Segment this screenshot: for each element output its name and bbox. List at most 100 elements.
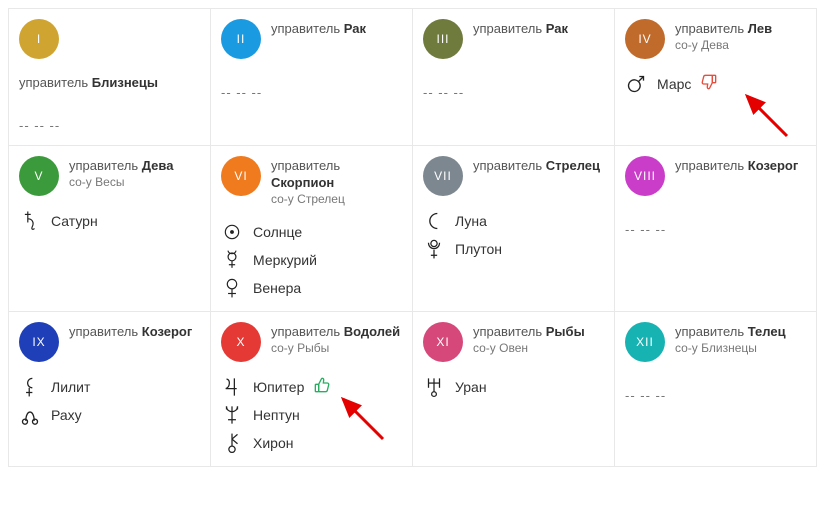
house-number-badge: II — [221, 19, 261, 59]
planet-list: Сатурн — [19, 210, 200, 232]
house-ruler-meta: управитель Козерог — [675, 156, 798, 175]
planet-name: Солнце — [253, 224, 302, 240]
ruler-sign: Козерог — [748, 158, 799, 173]
ruler-label: управитель — [19, 75, 88, 90]
planet-list: Марс — [625, 73, 806, 95]
house-number-badge: III — [423, 19, 463, 59]
planet-row: Уран — [423, 376, 604, 398]
thumbs-down-icon — [701, 74, 717, 95]
house-number-badge: V — [19, 156, 59, 196]
ruler-sign: Рак — [344, 21, 366, 36]
ruler-label: управитель — [473, 158, 542, 173]
house-cell: Vуправитель Девасо-у Весы Сатурн — [9, 146, 211, 312]
pluto-icon — [423, 238, 445, 260]
planet-row: Раху — [19, 404, 200, 426]
ruler-sign: Рыбы — [546, 324, 585, 339]
neptune-icon — [221, 404, 243, 426]
house-header: Xуправитель Водолейсо-у Рыбы — [221, 322, 402, 362]
mercury-icon — [221, 249, 243, 271]
house-ruler-meta: управитель Водолейсо-у Рыбы — [271, 322, 400, 356]
ruler-label: управитель — [473, 21, 542, 36]
empty-indicator: -- -- -- — [221, 85, 402, 100]
planet-name: Хирон — [253, 435, 293, 451]
planet-row: Солнце — [221, 221, 402, 243]
house-ruler-meta: управитель Девасо-у Весы — [69, 156, 173, 190]
planet-row: Сатурн — [19, 210, 200, 232]
ruler-label: управитель — [675, 21, 744, 36]
house-cell: Iуправитель Близнецы -- -- -- — [9, 9, 211, 146]
house-cell: Xуправитель Водолейсо-у РыбыЮпитерНептун… — [211, 312, 413, 467]
house-number-badge: I — [19, 19, 59, 59]
house-header: VIуправитель Скорпионсо-у Стрелец — [221, 156, 402, 207]
planet-name: Нептун — [253, 407, 300, 423]
planet-name: Венера — [253, 280, 301, 296]
house-ruler-meta: управитель Близнецы — [19, 73, 200, 92]
ruler-label: управитель — [69, 324, 138, 339]
planet-row: Нептун — [221, 404, 402, 426]
house-cell: II управитель Рак -- -- -- — [211, 9, 413, 146]
planet-list: Юпитер Нептун Хирон — [221, 376, 402, 454]
house-header: VIIIуправитель Козерог — [625, 156, 806, 196]
planet-name: Лилит — [51, 379, 90, 395]
house-cell: VIIуправитель СтрелецЛунаПлутон — [413, 146, 615, 312]
co-ruler-prefix: со-у — [271, 192, 294, 206]
ruler-sign: Рак — [546, 21, 568, 36]
planet-list: Луна Плутон — [423, 210, 604, 260]
ruler-sign: Дева — [142, 158, 174, 173]
house-ruler-meta: управитель Телец со-у Близнецы — [675, 322, 786, 356]
sun-icon — [221, 221, 243, 243]
ruler-sign: Водолей — [344, 324, 400, 339]
ruler-label: управитель — [271, 158, 340, 173]
house-header: XIуправитель Рыбысо-у Овен — [423, 322, 604, 362]
house-ruler-meta: управитель Рак — [271, 19, 366, 38]
co-ruler: со-у Овен — [473, 341, 585, 357]
house-ruler-meta: управитель Рыбы со-у Овен — [473, 322, 585, 356]
ruler-label: управитель — [69, 158, 138, 173]
house-number-badge: IX — [19, 322, 59, 362]
house-header: IV управитель Лев со-у Дева — [625, 19, 806, 59]
house-cell: IXуправитель КозерогЛилитРаху — [9, 312, 211, 467]
co-ruler: со-у Близнецы — [675, 341, 786, 357]
planet-name: Марс — [657, 76, 691, 92]
ruler-sign: Телец — [748, 324, 786, 339]
ruler-label: управитель — [473, 324, 542, 339]
planet-list: Солнце Меркурий Венера — [221, 221, 402, 299]
rahu-icon — [19, 404, 41, 426]
planet-row: Луна — [423, 210, 604, 232]
ruler-label: управитель — [675, 324, 744, 339]
co-ruler: со-у Дева — [675, 38, 772, 54]
planet-name: Плутон — [455, 241, 502, 257]
planet-row: Плутон — [423, 238, 604, 260]
house-cell: XIуправитель Рыбысо-у ОвенУран — [413, 312, 615, 467]
thumbs-up-icon — [314, 377, 330, 398]
house-header: IXуправитель Козерог — [19, 322, 200, 362]
planet-row: Меркурий — [221, 249, 402, 271]
houses-grid: Iуправитель Близнецы -- -- -- II управитель… — [8, 8, 817, 467]
house-header: Vуправитель Девасо-у Весы — [19, 156, 200, 196]
co-ruler-sign: Близнецы — [701, 341, 757, 355]
co-ruler: со-у Рыбы — [271, 341, 400, 357]
co-ruler-sign: Стрелец — [297, 192, 345, 206]
planet-row: Венера — [221, 277, 402, 299]
empty-indicator: -- -- -- — [19, 118, 200, 133]
uranus-icon — [423, 376, 445, 398]
co-ruler-prefix: со-у — [271, 341, 294, 355]
ruler-sign: Лев — [748, 21, 772, 36]
planet-name: Сатурн — [51, 213, 98, 229]
house-number-badge: IV — [625, 19, 665, 59]
co-ruler: со-у Стрелец — [271, 192, 402, 208]
house-ruler-meta: управитель Рак — [473, 19, 568, 38]
planet-row: Юпитер — [221, 376, 402, 398]
planet-row: Лилит — [19, 376, 200, 398]
house-cell: IIIуправитель Рак-- -- -- — [413, 9, 615, 146]
house-cell: VIIIуправитель Козерог -- -- -- — [615, 146, 817, 312]
ruler-label: управитель — [675, 158, 744, 173]
co-ruler-prefix: со-у — [473, 341, 496, 355]
empty-indicator: -- -- -- — [625, 222, 806, 237]
planet-name: Уран — [455, 379, 487, 395]
house-ruler-meta: управитель Скорпионсо-у Стрелец — [271, 156, 402, 207]
co-ruler-sign: Дева — [701, 38, 729, 52]
house-number-badge: VII — [423, 156, 463, 196]
saturn-icon — [19, 210, 41, 232]
planet-row: Марс — [625, 73, 806, 95]
